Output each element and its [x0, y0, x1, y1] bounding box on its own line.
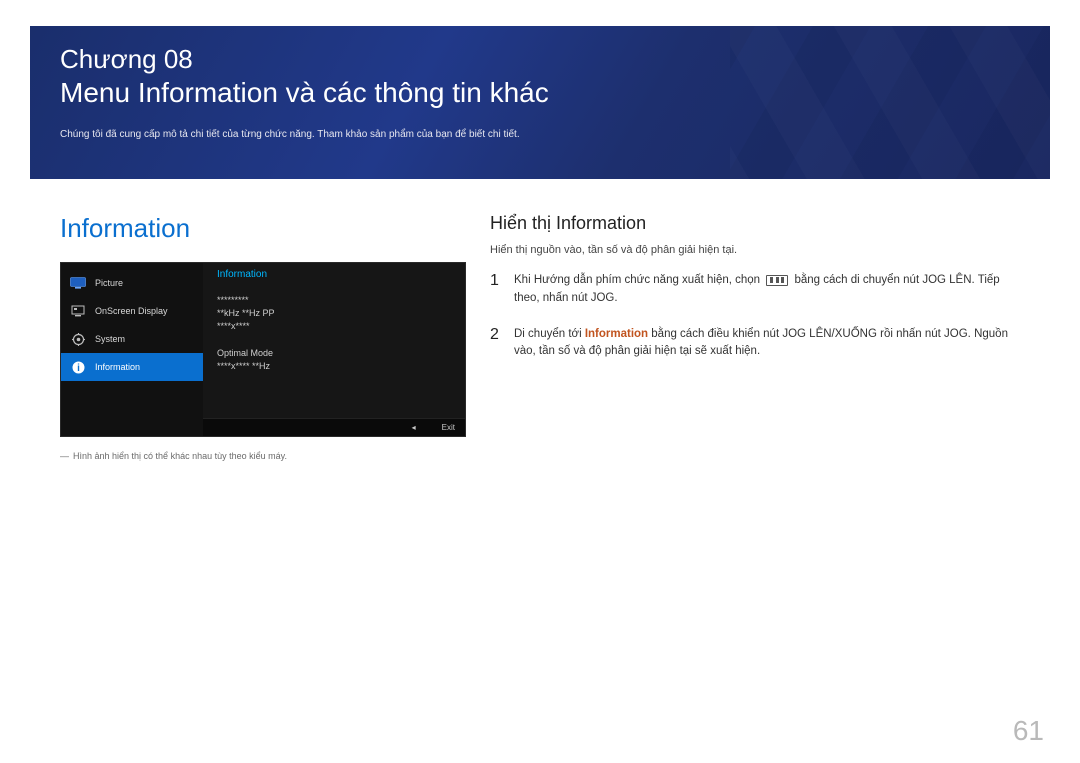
osd-menu-label: Picture — [95, 278, 123, 288]
osd-screenshot: Picture OnScreen Display System — [60, 262, 466, 437]
svg-text:i: i — [77, 363, 80, 374]
osd-menu-label: OnScreen Display — [95, 306, 168, 316]
osd-note: ― Hình ảnh hiển thị có thể khác nhau tùy … — [60, 451, 466, 461]
osd-info-line: ****x**** — [217, 320, 451, 333]
step-1: 1 Khi Hướng dẫn phím chức năng xuất hiện… — [490, 272, 1020, 308]
osd-info-line: ********* — [217, 294, 451, 307]
step-number: 2 — [490, 326, 514, 362]
osd-detail-title: Information — [217, 269, 451, 280]
osd-menu-label: System — [95, 334, 125, 344]
note-dash: ― — [60, 451, 69, 461]
step-list: 1 Khi Hướng dẫn phím chức năng xuất hiện… — [490, 272, 1020, 361]
monitor-icon — [69, 276, 87, 290]
info-icon: i — [69, 360, 87, 374]
osd-menu-item-system: System — [61, 325, 203, 353]
step-2: 2 Di chuyển tới Information bằng cách đi… — [490, 326, 1020, 362]
page: Chương 08 Menu Information và các thông … — [0, 0, 1080, 763]
banner-pattern — [730, 26, 1050, 179]
osd-info-line: **kHz **Hz PP — [217, 307, 451, 320]
page-number: 61 — [1013, 715, 1044, 747]
osd-menu-item-information: i Information — [61, 353, 203, 381]
step-body: Khi Hướng dẫn phím chức năng xuất hiện, … — [514, 272, 1020, 308]
step-highlight: Information — [585, 328, 648, 340]
step-text-pre: Khi Hướng dẫn phím chức năng xuất hiện, … — [514, 274, 763, 286]
onscreen-icon — [69, 304, 87, 318]
right-column: Hiển thị Information Hiển thị nguồn vào,… — [466, 213, 1020, 461]
osd-menu-item-onscreendisplay: OnScreen Display — [61, 297, 203, 325]
osd-footer-arrow-icon: ◂ — [412, 423, 416, 432]
osd-info-block: ********* **kHz **Hz PP ****x**** Optima… — [217, 294, 451, 373]
step-number: 1 — [490, 272, 514, 308]
section-heading-information: Information — [60, 213, 466, 244]
osd-footer: ◂ Exit — [203, 418, 465, 436]
osd-menu-label: Information — [95, 362, 140, 372]
step-body: Di chuyển tới Information bằng cách điều… — [514, 326, 1020, 362]
note-text: Hình ảnh hiển thị có thể khác nhau tùy t… — [73, 451, 287, 461]
section-subtext: Hiển thị nguồn vào, tần số và độ phân gi… — [490, 244, 1020, 256]
osd-info-line: ****x**** **Hz — [217, 360, 451, 373]
content-row: Information Picture OnScreen Display — [30, 179, 1050, 461]
step-text-pre: Di chuyển tới — [514, 328, 585, 340]
osd-info-line: Optimal Mode — [217, 347, 451, 360]
left-column: Information Picture OnScreen Display — [60, 213, 466, 461]
osd-menu-list: Picture OnScreen Display System — [61, 263, 203, 436]
osd-detail-panel: Information ********* **kHz **Hz PP ****… — [203, 263, 465, 436]
osd-menu-item-picture: Picture — [61, 269, 203, 297]
menu-bars-icon — [766, 275, 788, 286]
section-heading-display-info: Hiển thị Information — [490, 213, 1020, 234]
gear-icon — [69, 332, 87, 346]
chapter-banner: Chương 08 Menu Information và các thông … — [30, 26, 1050, 179]
osd-footer-exit: Exit — [442, 423, 455, 432]
